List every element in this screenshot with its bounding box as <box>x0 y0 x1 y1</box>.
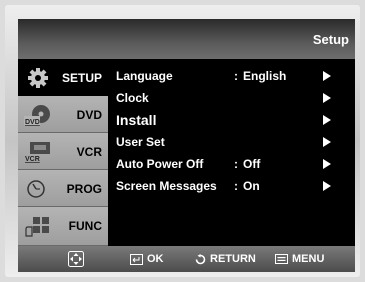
sidebar-item-label: DVD <box>76 108 102 122</box>
value-separator: : <box>234 157 238 171</box>
arrow-right-icon <box>323 137 331 147</box>
menu-item-install[interactable]: Install <box>116 109 351 131</box>
arrow-right-icon <box>323 181 331 191</box>
osd-screen: Setup SETUP DVD DVD VCR VCR PROG FUNC La… <box>18 19 355 272</box>
menu-item-language[interactable]: Language : English <box>116 65 351 87</box>
arrow-right-icon <box>323 115 331 125</box>
ok-hint: OK <box>130 253 164 265</box>
menu-item-label: Clock <box>116 91 149 105</box>
value-separator: : <box>234 179 238 193</box>
setup-menu-list: Language : English Clock Install User Se… <box>116 65 351 197</box>
ok-label: OK <box>147 253 164 265</box>
menu-item-label: Install <box>116 112 157 128</box>
sidebar-item-label: FUNC <box>68 219 102 233</box>
dvd-badge: DVD <box>25 119 40 126</box>
header-bar: Setup <box>18 19 355 59</box>
sidebar-item-vcr[interactable]: VCR VCR <box>18 133 108 170</box>
vcr-badge: VCR <box>25 156 40 163</box>
menu-item-label: Auto Power Off <box>116 157 204 171</box>
arrow-right-icon <box>323 71 331 81</box>
menu-item-screen-messages[interactable]: Screen Messages : On <box>116 175 351 197</box>
arrow-right-icon <box>323 159 331 169</box>
dvd-disc-icon: DVD <box>24 105 50 126</box>
sidebar: SETUP DVD DVD VCR VCR PROG FUNC <box>18 59 108 246</box>
sidebar-item-label: SETUP <box>61 71 102 85</box>
menu-label: MENU <box>292 253 325 265</box>
menu-item-clock[interactable]: Clock <box>116 87 351 109</box>
menu-item-user-set[interactable]: User Set <box>116 131 351 153</box>
tv-bezel: Setup SETUP DVD DVD VCR VCR PROG FUNC La… <box>5 5 360 277</box>
enter-icon <box>130 253 143 265</box>
dpad-icon <box>68 251 84 267</box>
sidebar-item-label: VCR <box>76 145 102 159</box>
gear-icon <box>28 68 48 88</box>
menu-icon <box>275 254 288 264</box>
return-label: RETURN <box>210 253 256 265</box>
page-title: Setup <box>312 32 349 47</box>
menu-item-label: Screen Messages <box>116 179 217 193</box>
return-icon <box>195 253 206 264</box>
clock-timer-icon <box>27 180 45 198</box>
vcr-cassette-icon: VCR <box>25 142 50 163</box>
value-separator: : <box>234 69 238 83</box>
menu-item-value: English <box>243 69 287 83</box>
function-grid-icon <box>25 217 49 237</box>
sidebar-item-prog[interactable]: PROG <box>18 170 108 207</box>
menu-item-value: On <box>243 179 260 193</box>
footer-bar: OK RETURN MENU <box>18 246 355 272</box>
menu-item-label: Language <box>116 69 173 83</box>
sidebar-item-dvd[interactable]: DVD DVD <box>18 96 108 133</box>
menu-hint: MENU <box>275 253 324 265</box>
sidebar-item-setup[interactable]: SETUP <box>18 59 108 96</box>
sidebar-item-func[interactable]: FUNC <box>18 207 108 246</box>
menu-item-value: Off <box>243 157 261 171</box>
menu-item-label: User Set <box>116 135 165 149</box>
return-hint: RETURN <box>195 253 256 265</box>
sidebar-item-label: PROG <box>66 182 102 196</box>
menu-item-auto-power-off[interactable]: Auto Power Off : Off <box>116 153 351 175</box>
arrow-right-icon <box>323 93 331 103</box>
